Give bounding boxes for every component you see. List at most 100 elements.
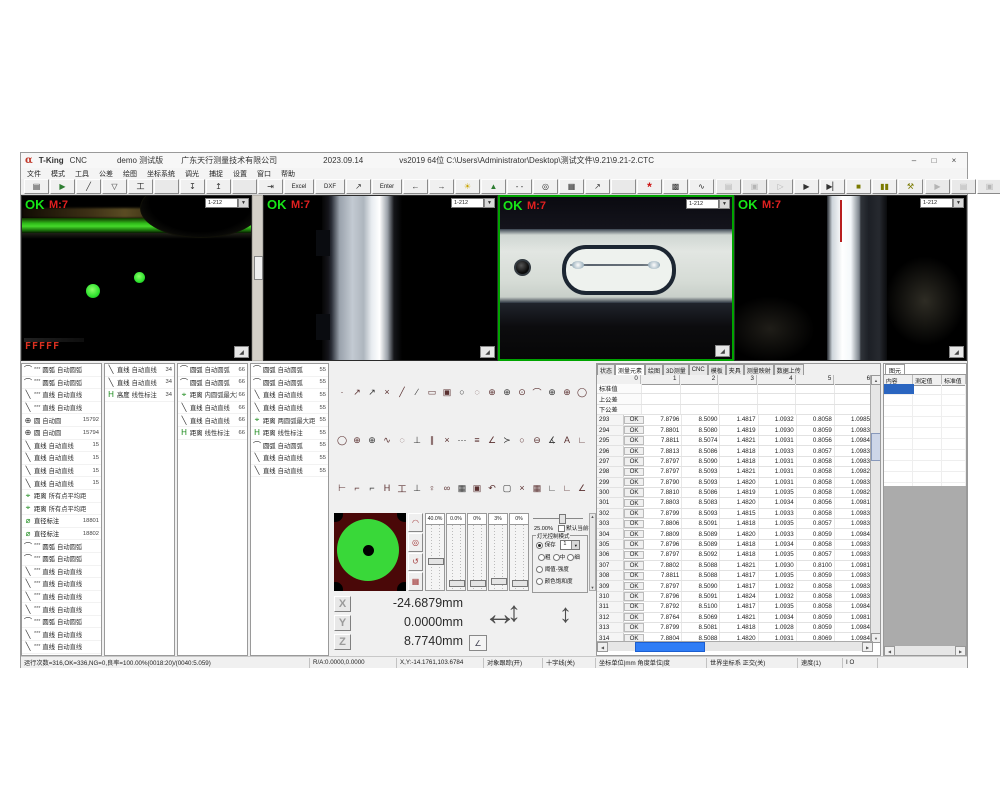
color-radio[interactable] — [536, 578, 543, 585]
table-row[interactable]: 298OK7.87978.50931.48211.09310.80581.098… — [597, 467, 873, 477]
light-slider[interactable]: 3% — [488, 513, 508, 591]
table-row[interactable]: 304OK7.88098.50891.48201.09330.80591.098… — [597, 529, 873, 539]
tab-夹具[interactable]: 夹具 — [726, 364, 744, 375]
detail-row[interactable] — [884, 450, 966, 461]
camera-view-4[interactable]: OK M:7 1-212▼ ◢ — [734, 195, 967, 361]
toolbar-button[interactable]: ▩ — [663, 179, 688, 194]
measure-item[interactable]: ╲直线自动直线34 — [105, 364, 174, 377]
toolbar-button[interactable]: ∿ — [689, 179, 714, 194]
status-section[interactable]: 十字线(关) — [543, 658, 596, 668]
measure-item[interactable]: ⌒***圆弧自动圆弧 — [22, 540, 101, 553]
measure-tool-icon[interactable]: ◯ — [575, 385, 589, 399]
measure-tool-icon[interactable]: A — [560, 433, 574, 447]
status-section[interactable]: 速度(1) — [798, 658, 843, 668]
measure-item[interactable]: ⌖距离所有点平均距 — [22, 490, 101, 503]
chevron-down-icon[interactable]: ▼ — [238, 198, 249, 208]
z-jog-arrows-icon[interactable]: ↕ — [559, 597, 572, 629]
measure-item[interactable]: H距离线性标注55 — [251, 427, 328, 440]
measure-item[interactable]: ⌒***圆弧自动圆弧 — [22, 377, 101, 390]
measure-item[interactable]: ⌖距离两圆弧最大距55 — [251, 414, 328, 427]
measure-tool-icon[interactable]: ◯ — [335, 433, 349, 447]
table-row[interactable]: 307OK7.88028.50881.48211.09300.81001.098… — [597, 561, 873, 571]
measure-tool-icon[interactable]: ∕ — [410, 385, 424, 399]
table-row[interactable]: 310OK7.87968.50911.48241.09320.80581.098… — [597, 592, 873, 602]
measure-tool-icon[interactable]: ⊕ — [500, 385, 514, 399]
save-radio[interactable] — [536, 542, 543, 549]
measure-item[interactable]: ⌒圆弧自动圆弧66 — [178, 364, 247, 377]
table-row[interactable]: 301OK7.88038.50831.48201.09340.80561.098… — [597, 498, 873, 508]
measure-tool-icon[interactable]: ↗ — [350, 385, 364, 399]
table-row[interactable]: 300OK7.88108.50861.48191.09350.80581.098… — [597, 488, 873, 498]
measure-item[interactable]: H高度线性标注34 — [105, 389, 174, 402]
measure-item[interactable]: ╲直线自动直线34 — [105, 377, 174, 390]
measure-item[interactable]: ╲直线自动直线55 — [251, 402, 328, 415]
measure-item[interactable]: ⌒***圆弧自动圆弧 — [22, 553, 101, 566]
table-row[interactable]: 305OK7.87968.50891.48181.09340.80581.098… — [597, 540, 873, 550]
scroll-up-icon[interactable]: ▲ — [871, 375, 881, 385]
measure-tool-icon[interactable]: ⊖ — [530, 433, 544, 447]
detail-row[interactable] — [884, 406, 966, 417]
measure-tool-icon[interactable]: ⋯ — [455, 433, 469, 447]
measure-item[interactable]: ╲直线自动直线15 — [22, 452, 101, 465]
measure-tool-icon[interactable]: ≻ — [500, 433, 514, 447]
close-button[interactable]: × — [945, 155, 963, 167]
level-radio-中[interactable] — [553, 554, 560, 561]
detail-row[interactable] — [884, 395, 966, 406]
trend-chart-button[interactable]: ∠ — [469, 635, 487, 651]
toolbar-button[interactable]: * — [637, 179, 662, 194]
detail-row[interactable] — [884, 461, 966, 472]
slider-thumb[interactable] — [559, 514, 566, 524]
table-row[interactable]: 296OK7.88138.50861.48181.09330.80571.098… — [597, 446, 873, 456]
measure-tool-icon[interactable]: ⊕ — [350, 433, 364, 447]
level-radio-粗[interactable] — [538, 554, 545, 561]
camera-view-1[interactable]: OK M:7 FFFFF 1-212▼ ◢ — [21, 195, 252, 361]
toolbar-button[interactable]: ⚒ — [898, 179, 923, 194]
measure-item[interactable]: H距离线性标注66 — [178, 427, 247, 440]
measure-item[interactable]: ⌒圆弧自动圆弧55 — [251, 364, 328, 377]
default-mode-checkbox[interactable] — [558, 525, 565, 532]
toolbar-button[interactable]: ■ — [846, 179, 871, 194]
measure-item[interactable]: ╲***直线自动直线 — [22, 603, 101, 616]
slider-thumb[interactable] — [512, 580, 528, 587]
camera-range-combo[interactable]: 1-212▼ — [451, 198, 495, 208]
measure-tool-icon[interactable]: ⊕ — [365, 433, 379, 447]
tab-模板[interactable]: 模板 — [708, 364, 726, 375]
scroll-left-icon[interactable]: ◀ — [597, 642, 608, 652]
camera-range-combo[interactable]: 1-212▼ — [920, 198, 964, 208]
tab-状态[interactable]: 状态 — [597, 364, 615, 375]
table-horizontal-scrollbar[interactable]: ◀ ▶ — [597, 641, 873, 651]
measure-item[interactable]: ⌒圆弧自动圆弧55 — [251, 377, 328, 390]
scroll-thumb[interactable] — [635, 642, 705, 652]
light-slider[interactable]: 40.0% — [425, 513, 445, 591]
table-row[interactable]: 294OK7.88018.50801.48191.09300.80591.098… — [597, 426, 873, 436]
menu-item-帮助[interactable]: 帮助 — [281, 169, 295, 179]
toolbar-button[interactable]: ▶▏ — [820, 179, 845, 194]
measure-tool-icon[interactable]: ⊕ — [545, 385, 559, 399]
toolbar-button[interactable]: ↗ — [585, 179, 610, 194]
slider-track[interactable] — [509, 525, 529, 591]
status-section[interactable]: I O — [843, 658, 878, 668]
camera-resize-handle[interactable]: ◢ — [234, 346, 249, 358]
tab-3D测量[interactable]: 3D测量 — [663, 364, 689, 375]
toolbar-button[interactable]: ← — [403, 179, 428, 194]
measure-tool-icon[interactable]: ⊥ — [410, 433, 424, 447]
light-slider[interactable]: 0% — [509, 513, 529, 591]
toolbar-button[interactable]: ▶ — [50, 179, 75, 194]
toolbar-button-enter[interactable]: Enter — [372, 179, 402, 194]
menu-item-模式[interactable]: 模式 — [51, 169, 65, 179]
measure-item[interactable]: ╲直线自动直线66 — [178, 414, 247, 427]
slider-thumb[interactable] — [449, 580, 465, 587]
measure-tool-icon[interactable]: ⌐ — [365, 481, 379, 495]
menu-item-公差[interactable]: 公差 — [99, 169, 113, 179]
measure-tool-icon[interactable]: ⊙ — [515, 385, 529, 399]
toolbar-button[interactable]: ◎ — [533, 179, 558, 194]
scroll-right-icon[interactable]: ▶ — [955, 646, 966, 656]
tab-绘图[interactable]: 绘图 — [645, 364, 663, 375]
camera-range-combo[interactable]: 1-212▼ — [205, 198, 249, 208]
measure-item[interactable]: ⌖距离所有点平均距 — [22, 503, 101, 516]
ring-light-preview[interactable] — [334, 513, 406, 591]
camera-view-3-active[interactable]: OK M:7 1-212▼ ◢ — [498, 195, 734, 361]
slider-track[interactable] — [467, 525, 487, 591]
measure-item[interactable]: ⊕圆自动圆15792 — [22, 414, 101, 427]
menu-item-调光[interactable]: 调光 — [185, 169, 199, 179]
